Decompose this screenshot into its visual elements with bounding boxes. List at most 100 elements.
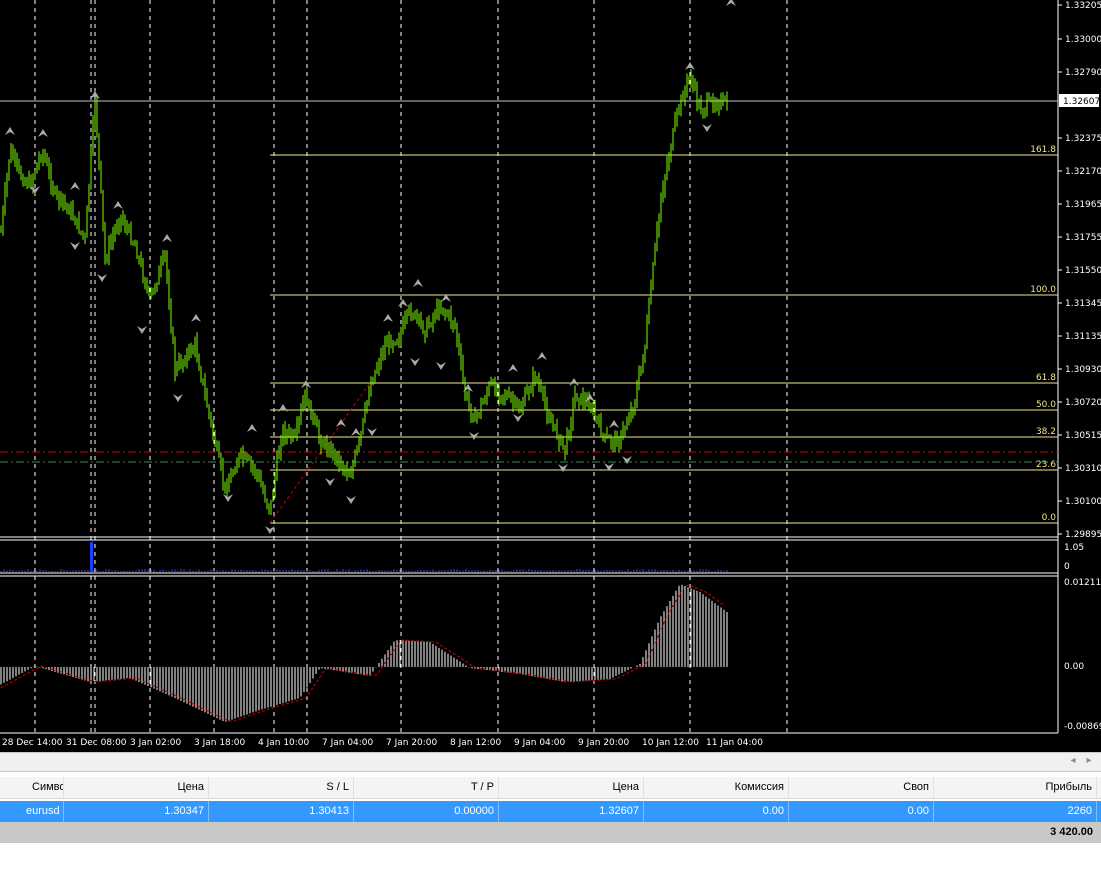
fractal-up [537, 352, 547, 360]
cell-commission: 0.00 [644, 801, 789, 822]
chart-grid [0, 0, 1059, 734]
fractal-up [191, 314, 201, 322]
fractal-up [508, 364, 518, 372]
price-tick-label: 1.30720 [1065, 398, 1101, 408]
cell-symbol: eurusd [0, 801, 64, 822]
time-tick-label: 7 Jan 20:00 [386, 738, 438, 748]
fractal-up [278, 404, 288, 412]
fractal-up [5, 127, 15, 135]
table-header: Символ Цена S / L T / P Цена Комиссия Св… [0, 777, 1101, 799]
price-tick-label: 1.31965 [1065, 200, 1101, 210]
fractal-up [685, 62, 695, 70]
column-header-open-price[interactable]: Цена [64, 777, 209, 798]
fractal-markers [5, 0, 736, 534]
column-header-symbol[interactable]: Символ [0, 777, 64, 798]
fractal-down [513, 414, 523, 422]
macd-panel [0, 584, 728, 722]
price-tick-label: 1.33205 [1065, 1, 1101, 11]
time-tick-label: 3 Jan 18:00 [194, 738, 246, 748]
macd-signal-line [0, 584, 726, 722]
time-tick-label: 9 Jan 20:00 [578, 738, 630, 748]
column-header-price[interactable]: Цена [499, 777, 644, 798]
price-tick-label: 1.31755 [1065, 233, 1101, 243]
macd-tick-label: -0.00869 [1064, 722, 1101, 732]
fractal-down [469, 432, 479, 440]
fractal-down [367, 428, 377, 436]
price-tick-label: 1.29895 [1065, 530, 1101, 540]
chart-canvas[interactable]: 161.8100.061.850.038.223.60.0 1.332051.3… [0, 0, 1101, 752]
fractal-up [726, 0, 736, 6]
time-tick-label: 11 Jan 04:00 [706, 738, 763, 748]
fib-level-label: 100.0 [1030, 285, 1056, 295]
price-tick-label: 1.30310 [1065, 464, 1101, 474]
fractal-down [702, 124, 712, 132]
price-tick-label: 1.30515 [1065, 431, 1101, 441]
fractal-down [346, 496, 356, 504]
fractal-down [137, 326, 147, 334]
fractal-up [413, 279, 423, 287]
fractal-down [436, 362, 446, 370]
price-tick-label: 1.31135 [1065, 332, 1101, 342]
time-tick-label: 31 Dec 08:00 [66, 738, 127, 748]
time-tick-label: 28 Dec 14:00 [2, 738, 63, 748]
fractal-up [38, 129, 48, 137]
arrow-right-icon[interactable]: ▸ [1082, 755, 1096, 766]
price-tick-label: 1.31345 [1065, 299, 1101, 309]
column-header-tp[interactable]: T / P [354, 777, 499, 798]
fractal-up [609, 420, 619, 428]
price-tick-label: 1.31550 [1065, 266, 1101, 276]
cell-swap: 0.00 [789, 801, 934, 822]
macd-tick-label: 0.00 [1064, 662, 1084, 672]
volume-panel [0, 542, 728, 572]
fractal-up [162, 234, 172, 242]
chart-axes: 1.33205 1.33000 1.32790 1.32375 1.32170 1.319… [2, 1, 1101, 748]
fib-level-label: 0.0 [1042, 513, 1057, 523]
fractal-down [173, 394, 183, 402]
volume-spike [90, 542, 93, 572]
time-tick-label: 3 Jan 02:00 [130, 738, 182, 748]
time-tick-label: 8 Jan 12:00 [450, 738, 502, 748]
price-tick-label: 1.32375 [1065, 134, 1101, 144]
chart-scrollbar[interactable]: ◂ ▸ [0, 752, 1101, 772]
fractal-down [325, 478, 335, 486]
fib-level-label: 161.8 [1030, 145, 1056, 155]
fractal-down [97, 274, 107, 282]
cell-open-price: 1.30347 [64, 801, 209, 822]
fractal-up [336, 419, 346, 427]
column-header-profit[interactable]: Прибыль [934, 777, 1097, 798]
price-candles [0, 68, 728, 516]
fractal-down [223, 494, 233, 502]
volume-tick-label: 0 [1064, 562, 1070, 572]
price-tick-label: 1.33000 [1065, 35, 1101, 45]
cell-sl: 1.30413 [209, 801, 354, 822]
fibonacci-retracement[interactable]: 161.8100.061.850.038.223.60.0 [269, 145, 1058, 524]
price-tick-label: 1.30100 [1065, 497, 1101, 507]
fractal-up [383, 314, 393, 322]
column-header-commission[interactable]: Комиссия [644, 777, 789, 798]
fib-level-label: 38.2 [1036, 427, 1056, 437]
volume-tick-label: 1.05 [1064, 543, 1084, 553]
time-tick-label: 10 Jan 12:00 [642, 738, 699, 748]
total-profit: 3 420.00 [1050, 826, 1093, 838]
arrow-left-icon[interactable]: ◂ [1066, 755, 1080, 766]
fractal-up [351, 428, 361, 436]
price-tick-label: 1.32790 [1065, 68, 1101, 78]
balance-row: 3 420.00 [0, 822, 1101, 843]
fractal-up [569, 378, 579, 386]
cell-price: 1.32607 [499, 801, 644, 822]
column-header-swap[interactable]: Своп [789, 777, 934, 798]
time-tick-label: 4 Jan 10:00 [258, 738, 310, 748]
current-price-label: 1.32607 [1063, 97, 1100, 107]
price-chart[interactable]: 161.8 100.0 61.8 50.0 38.2 23.6 0.0 1.33205 1.3… [0, 0, 1101, 752]
cell-profit: 2260 [934, 801, 1097, 822]
fib-level-label: 61.8 [1036, 373, 1056, 383]
fractal-up [398, 299, 408, 307]
fractal-up [247, 424, 257, 432]
table-row[interactable]: eurusd 1.30347 1.30413 0.00000 1.32607 0… [0, 801, 1101, 822]
fractal-down [410, 358, 420, 366]
price-tick-label: 1.30930 [1065, 365, 1101, 375]
column-header-sl[interactable]: S / L [209, 777, 354, 798]
time-tick-label: 9 Jan 04:00 [514, 738, 566, 748]
cell-tp: 0.00000 [354, 801, 499, 822]
price-tick-label: 1.32170 [1065, 167, 1101, 177]
